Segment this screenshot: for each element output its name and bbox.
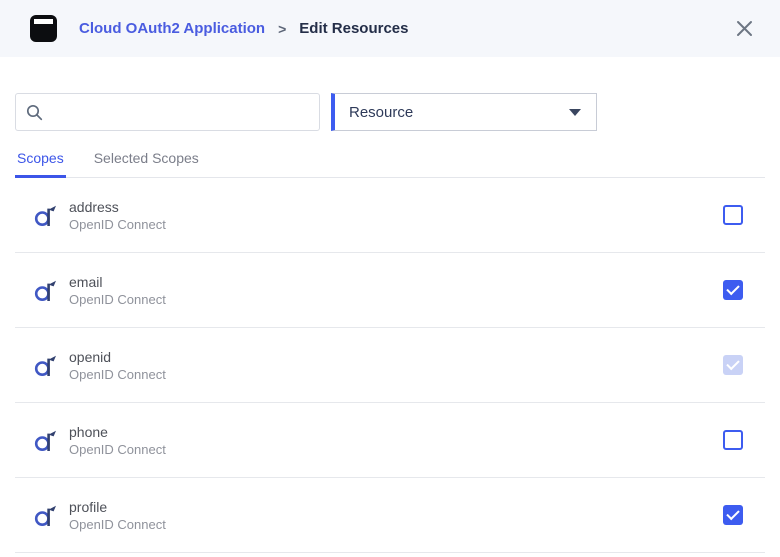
scope-type: OpenID Connect: [69, 291, 166, 308]
search-icon: [26, 104, 43, 121]
scope-list: address OpenID Connect email OpenID Conn…: [15, 178, 765, 553]
scope-text: openid OpenID Connect: [69, 348, 166, 383]
scope-checkbox[interactable]: [723, 205, 743, 225]
openid-connect-icon: [32, 276, 60, 304]
scope-text: address OpenID Connect: [69, 198, 166, 233]
tab-scopes[interactable]: Scopes: [15, 144, 66, 178]
search-input[interactable]: [51, 104, 309, 120]
application-window-icon: [30, 15, 57, 42]
openid-connect-icon: [32, 501, 60, 529]
scope-name: phone: [69, 423, 166, 441]
openid-connect-icon: [32, 201, 60, 229]
scope-type: OpenID Connect: [69, 366, 166, 383]
scope-name: email: [69, 273, 166, 291]
scope-name: profile: [69, 498, 166, 516]
page-title: Edit Resources: [299, 20, 408, 37]
tab-selected-scopes[interactable]: Selected Scopes: [92, 144, 201, 178]
modal-header: Cloud OAuth2 Application > Edit Resource…: [0, 0, 780, 57]
scope-type: OpenID Connect: [69, 441, 166, 458]
resource-dropdown-value: Resource: [349, 104, 413, 121]
scope-checkbox[interactable]: [723, 430, 743, 450]
scope-text: email OpenID Connect: [69, 273, 166, 308]
scope-checkbox[interactable]: [723, 280, 743, 300]
scope-type: OpenID Connect: [69, 516, 166, 533]
scope-text: phone OpenID Connect: [69, 423, 166, 458]
list-item[interactable]: openid OpenID Connect: [15, 328, 765, 403]
tab-bar: Scopes Selected Scopes: [15, 144, 765, 178]
scope-name: address: [69, 198, 166, 216]
scope-text: profile OpenID Connect: [69, 498, 166, 533]
resource-dropdown[interactable]: Resource: [331, 93, 597, 131]
openid-connect-icon: [32, 351, 60, 379]
list-item[interactable]: address OpenID Connect: [15, 178, 765, 253]
list-item[interactable]: phone OpenID Connect: [15, 403, 765, 478]
openid-connect-icon: [32, 426, 60, 454]
list-item[interactable]: email OpenID Connect: [15, 253, 765, 328]
breadcrumb-parent-link[interactable]: Cloud OAuth2 Application: [79, 20, 265, 37]
scope-name: openid: [69, 348, 166, 366]
breadcrumb-separator: >: [278, 21, 286, 37]
scope-checkbox[interactable]: [723, 505, 743, 525]
close-button[interactable]: [732, 17, 756, 41]
chevron-down-icon: [569, 109, 581, 116]
scope-type: OpenID Connect: [69, 216, 166, 233]
list-item[interactable]: profile OpenID Connect: [15, 478, 765, 553]
close-icon: [736, 20, 753, 37]
scope-checkbox: [723, 355, 743, 375]
toolbar: Resource: [15, 93, 765, 131]
search-box[interactable]: [15, 93, 320, 131]
